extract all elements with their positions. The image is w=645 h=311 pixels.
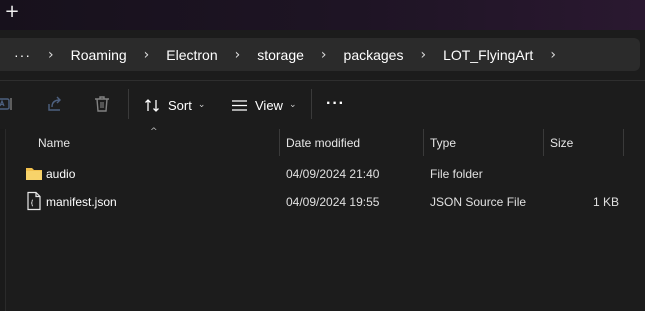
address-bar[interactable]: ··· › Roaming › Electron › storage › pac…	[0, 38, 640, 71]
breadcrumb-separator[interactable]: ›	[48, 47, 54, 63]
breadcrumb-overflow-button[interactable]: ···	[14, 47, 31, 63]
breadcrumb-storage[interactable]: storage	[257, 47, 304, 63]
file-type: File folder	[430, 167, 483, 181]
command-bar: Sort ⌄ View ⌄ ···	[0, 81, 645, 128]
navigation-pane-edge[interactable]	[0, 129, 6, 311]
column-header-name[interactable]: Name	[38, 136, 70, 150]
more-options-button[interactable]: ···	[326, 92, 346, 116]
file-size: 1 KB	[593, 195, 620, 209]
share-icon[interactable]	[45, 94, 65, 114]
breadcrumb-packages[interactable]: packages	[344, 47, 404, 63]
column-divider[interactable]	[279, 129, 280, 156]
breadcrumb-separator[interactable]: ›	[321, 47, 327, 63]
breadcrumb-separator[interactable]: ›	[420, 47, 426, 63]
column-header-type[interactable]: Type	[430, 136, 456, 150]
chevron-down-icon: ⌄	[288, 100, 297, 110]
breadcrumb-separator[interactable]: ›	[235, 47, 241, 63]
file-type: JSON Source File	[430, 195, 527, 209]
navigation-bar: ··· › Roaming › Electron › storage › pac…	[0, 30, 645, 80]
column-header-size[interactable]: Size	[550, 136, 573, 150]
view-label: View	[255, 97, 283, 113]
sort-indicator-icon: ^	[150, 127, 158, 137]
view-button[interactable]: View ⌄	[231, 92, 297, 118]
rename-icon[interactable]	[0, 94, 14, 114]
delete-icon[interactable]	[92, 94, 112, 114]
sort-label: Sort	[168, 97, 192, 113]
sort-icon	[145, 98, 159, 112]
breadcrumb-lot-flyingart[interactable]: LOT_FlyingArt	[443, 47, 533, 63]
column-header-date-modified[interactable]: Date modified	[286, 136, 360, 150]
toolbar-separator	[311, 89, 312, 119]
json-file-icon	[27, 191, 41, 211]
breadcrumb-roaming[interactable]: Roaming	[71, 47, 127, 63]
toolbar-separator	[128, 89, 129, 119]
column-header-row: ^ Name Date modified Type Size	[0, 127, 645, 156]
file-row-manifest-json[interactable]: manifest.json 04/09/2024 19:55 JSON Sour…	[0, 188, 645, 216]
file-date-modified: 04/09/2024 19:55	[286, 195, 380, 209]
column-divider[interactable]	[543, 129, 544, 156]
title-bar: +	[0, 0, 645, 30]
folder-icon	[26, 168, 42, 180]
file-row-audio[interactable]: audio 04/09/2024 21:40 File folder	[0, 160, 645, 188]
column-divider[interactable]	[623, 129, 624, 156]
chevron-down-icon: ⌄	[197, 100, 206, 110]
breadcrumb-electron[interactable]: Electron	[166, 47, 217, 63]
column-divider[interactable]	[423, 129, 424, 156]
sort-button[interactable]: Sort ⌄	[144, 92, 205, 118]
file-date-modified: 04/09/2024 21:40	[286, 167, 380, 181]
file-name: audio	[46, 167, 76, 181]
view-icon	[232, 99, 247, 111]
breadcrumb-separator[interactable]: ›	[144, 47, 150, 63]
file-name: manifest.json	[46, 195, 117, 209]
new-tab-button[interactable]: +	[4, 2, 20, 22]
breadcrumb-separator[interactable]: ›	[550, 47, 556, 63]
